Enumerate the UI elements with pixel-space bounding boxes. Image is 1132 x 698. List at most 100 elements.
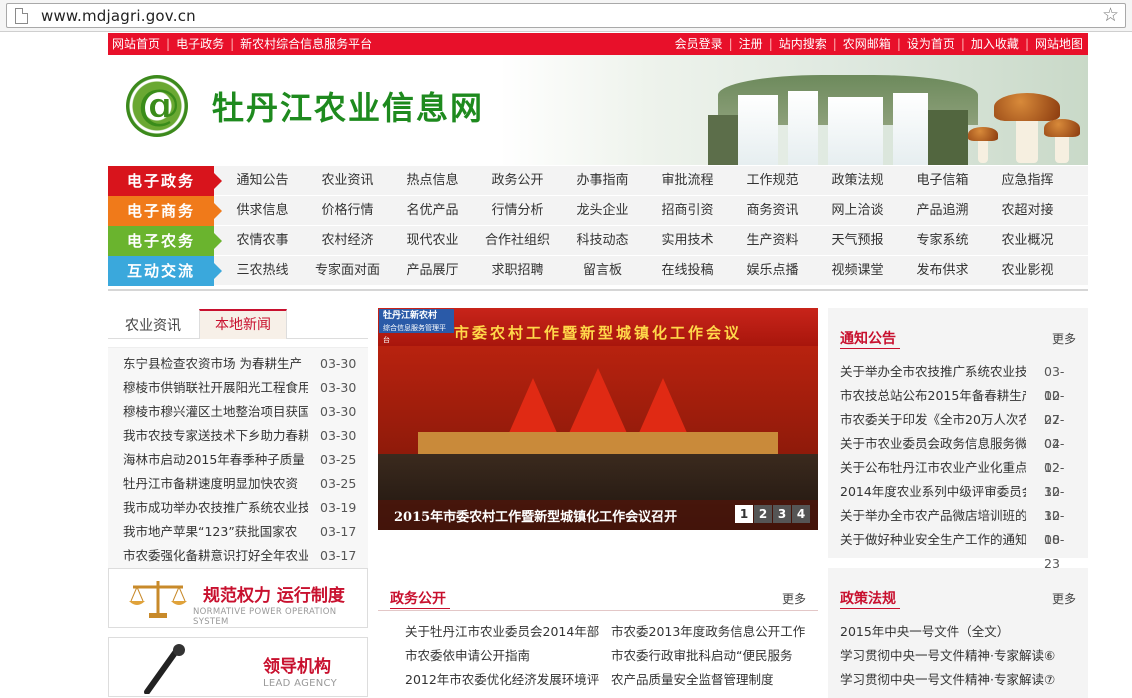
gov-open-title[interactable]: 政务公开 xyxy=(390,588,446,608)
list-item[interactable]: 市农委强化备耕意识打好全年农业 03-17 xyxy=(108,544,368,568)
nav-item[interactable]: 实用技术 xyxy=(645,226,730,256)
news-title[interactable]: 市农委强化备耕意识打好全年农业 xyxy=(123,544,308,568)
link-site-search[interactable]: 站内搜索 xyxy=(779,37,827,51)
notices-more-link[interactable]: 更多 xyxy=(1052,330,1076,347)
tab-agri-news[interactable]: 农业资讯 xyxy=(108,313,198,339)
nav-item[interactable]: 专家面对面 xyxy=(305,256,390,286)
list-item[interactable]: 我市农技专家送技术下乡助力春耕 03-30 xyxy=(108,424,368,448)
gov-open-more-link[interactable]: 更多 xyxy=(782,590,806,607)
list-item[interactable]: 东宁县检查农资市场 为春耕生产 03-30 xyxy=(108,352,368,376)
nav-category-eagri[interactable]: 电子农务 xyxy=(108,226,222,256)
list-item[interactable]: 穆棱市供销联社开展阳光工程食用 03-30 xyxy=(108,376,368,400)
list-item[interactable]: 市农委依申请公开指南 xyxy=(405,644,599,668)
nav-item[interactable]: 生产资料 xyxy=(730,226,815,256)
notice-title[interactable]: 市农委关于印发《全市20万人次农 xyxy=(840,408,1026,432)
nav-item[interactable]: 电子信箱 xyxy=(900,166,985,196)
list-item[interactable]: 我市地产苹果“123”获批国家农 03-17 xyxy=(108,520,368,544)
list-item[interactable]: 牡丹江市备耕速度明显加快农资 03-25 xyxy=(108,472,368,496)
nav-item[interactable]: 农业影视 xyxy=(985,256,1070,286)
nav-item[interactable]: 供求信息 xyxy=(220,196,305,226)
nav-item[interactable]: 天气预报 xyxy=(815,226,900,256)
policy-more-link[interactable]: 更多 xyxy=(1052,590,1076,607)
nav-category-interaction[interactable]: 互动交流 xyxy=(108,256,222,286)
nav-item[interactable]: 网上洽谈 xyxy=(815,196,900,226)
link-platform[interactable]: 新农村综合信息服务平台 xyxy=(240,37,372,51)
url-text[interactable]: www.mdjagri.gov.cn xyxy=(41,7,196,25)
list-item[interactable]: 市农技总站公布2015年备春耕生产 02-27 xyxy=(840,384,1080,427)
notice-title[interactable]: 关于举办全市农产品微店培训班的 xyxy=(840,504,1026,528)
notices-title[interactable]: 通知公告 xyxy=(840,328,896,348)
nav-item[interactable]: 办事指南 xyxy=(560,166,645,196)
nav-item[interactable]: 农村经济 xyxy=(305,226,390,256)
nav-item[interactable]: 留言板 xyxy=(560,256,645,286)
news-title[interactable]: 我市地产苹果“123”获批国家农 xyxy=(123,520,308,544)
list-item[interactable]: 市农委关于印发《全市20万人次农 02-04 xyxy=(840,408,1080,451)
site-name[interactable]: 牡丹江农业信息网 xyxy=(212,83,484,129)
policy-title[interactable]: 政策法规 xyxy=(840,588,896,608)
notice-title[interactable]: 2014年度农业系列中级评审委员会 xyxy=(840,480,1026,504)
news-title[interactable]: 牡丹江市备耕速度明显加快农资 xyxy=(123,472,308,496)
nav-item[interactable]: 应急指挥 xyxy=(985,166,1070,196)
nav-item[interactable]: 工作规范 xyxy=(730,166,815,196)
notice-title[interactable]: 关于公布牡丹江市农业产业化重点 xyxy=(840,456,1026,480)
tab-local-news[interactable]: 本地新闻 xyxy=(199,309,287,339)
list-item[interactable]: 关于举办全市农产品微店培训班的 12-08 xyxy=(840,504,1080,547)
nav-category-ecommerce[interactable]: 电子商务 xyxy=(108,196,222,226)
list-item[interactable]: 市农委行政审批科启动“便民服务 xyxy=(611,644,805,668)
bookmark-star-icon[interactable]: ☆ xyxy=(1102,4,1119,26)
nav-item[interactable]: 科技动态 xyxy=(560,226,645,256)
slide-page-4[interactable]: 4 xyxy=(792,505,810,523)
link-egov[interactable]: 电子政务 xyxy=(176,37,224,51)
nav-item[interactable]: 行情分析 xyxy=(475,196,560,226)
list-item[interactable]: 关于举办全市农技推广系统农业技 03-10 xyxy=(840,360,1080,403)
slide-page-2[interactable]: 2 xyxy=(754,505,772,523)
nav-item[interactable]: 龙头企业 xyxy=(560,196,645,226)
nav-item[interactable]: 现代农业 xyxy=(390,226,475,256)
link-home[interactable]: 网站首页 xyxy=(112,37,160,51)
nav-item[interactable]: 农业资讯 xyxy=(305,166,390,196)
nav-item[interactable]: 视频课堂 xyxy=(815,256,900,286)
nav-item[interactable]: 专家系统 xyxy=(900,226,985,256)
nav-item[interactable]: 热点信息 xyxy=(390,166,475,196)
link-register[interactable]: 注册 xyxy=(739,37,763,51)
list-item[interactable]: 我市成功举办农技推广系统农业技 03-19 xyxy=(108,496,368,520)
list-item[interactable]: 2012年市农委优化经济发展环境评 xyxy=(405,668,599,692)
notice-title[interactable]: 关于做好种业安全生产工作的通知 xyxy=(840,528,1026,552)
nav-item[interactable]: 合作社组织 xyxy=(475,226,560,256)
nav-item[interactable]: 娱乐点播 xyxy=(730,256,815,286)
link-favorite[interactable]: 加入收藏 xyxy=(971,37,1019,51)
nav-category-egov[interactable]: 电子政务 xyxy=(108,166,222,196)
nav-item[interactable]: 通知公告 xyxy=(220,166,305,196)
link-sitemap[interactable]: 网站地图 xyxy=(1035,37,1083,51)
news-slideshow[interactable]: 市委农村工作暨新型城镇化工作会议 牡丹江新农村 综合信息服务管理平台 2015年市… xyxy=(378,308,818,530)
nav-item[interactable]: 农情农事 xyxy=(220,226,305,256)
nav-item[interactable]: 招商引资 xyxy=(645,196,730,226)
news-title[interactable]: 穆棱市穆兴灌区土地整治项目获国 xyxy=(123,400,308,424)
address-bar[interactable]: www.mdjagri.gov.cn ☆ xyxy=(6,3,1126,28)
list-item[interactable]: 关于做好种业安全生产工作的通知 10-23 xyxy=(840,528,1080,571)
slide-image[interactable]: 市委农村工作暨新型城镇化工作会议 牡丹江新农村 综合信息服务管理平台 2015年市… xyxy=(378,308,818,530)
list-item[interactable]: 学习贯彻中央一号文件精神·专家解读⑦ xyxy=(840,668,1055,692)
nav-item[interactable]: 价格行情 xyxy=(305,196,390,226)
list-item[interactable]: 2014年度农业系列中级评审委员会 12-30 xyxy=(840,480,1080,523)
notice-title[interactable]: 关于举办全市农技推广系统农业技 xyxy=(840,360,1026,384)
list-item[interactable]: 关于公布牡丹江市农业产业化重点 12-30 xyxy=(840,456,1080,499)
link-mail[interactable]: 农网邮箱 xyxy=(843,37,891,51)
news-title[interactable]: 穆棱市供销联社开展阳光工程食用 xyxy=(123,376,308,400)
nav-item[interactable]: 求职招聘 xyxy=(475,256,560,286)
nav-item[interactable]: 产品展厅 xyxy=(390,256,475,286)
normative-power-banner[interactable]: 规范权力 运行制度 NORMATIVE POWER OPERATION SYST… xyxy=(108,568,368,628)
list-item[interactable]: 海林市启动2015年春季种子质量 03-25 xyxy=(108,448,368,472)
nav-item[interactable]: 发布供求 xyxy=(900,256,985,286)
lead-agency-banner[interactable]: 领导机构 LEAD AGENCY xyxy=(108,637,368,697)
slide-page-3[interactable]: 3 xyxy=(773,505,791,523)
list-item[interactable]: 关于市农业委员会政务信息服务微 02-02 xyxy=(840,432,1080,475)
link-set-home[interactable]: 设为首页 xyxy=(907,37,955,51)
nav-item[interactable]: 在线投稿 xyxy=(645,256,730,286)
list-item[interactable]: 农产品质量安全监督管理制度 xyxy=(611,668,805,692)
nav-item[interactable]: 三农热线 xyxy=(220,256,305,286)
news-title[interactable]: 我市成功举办农技推广系统农业技 xyxy=(123,496,308,520)
nav-item[interactable]: 产品追溯 xyxy=(900,196,985,226)
list-item[interactable]: 2015年中央一号文件（全文） xyxy=(840,620,1055,644)
link-login[interactable]: 会员登录 xyxy=(675,37,723,51)
